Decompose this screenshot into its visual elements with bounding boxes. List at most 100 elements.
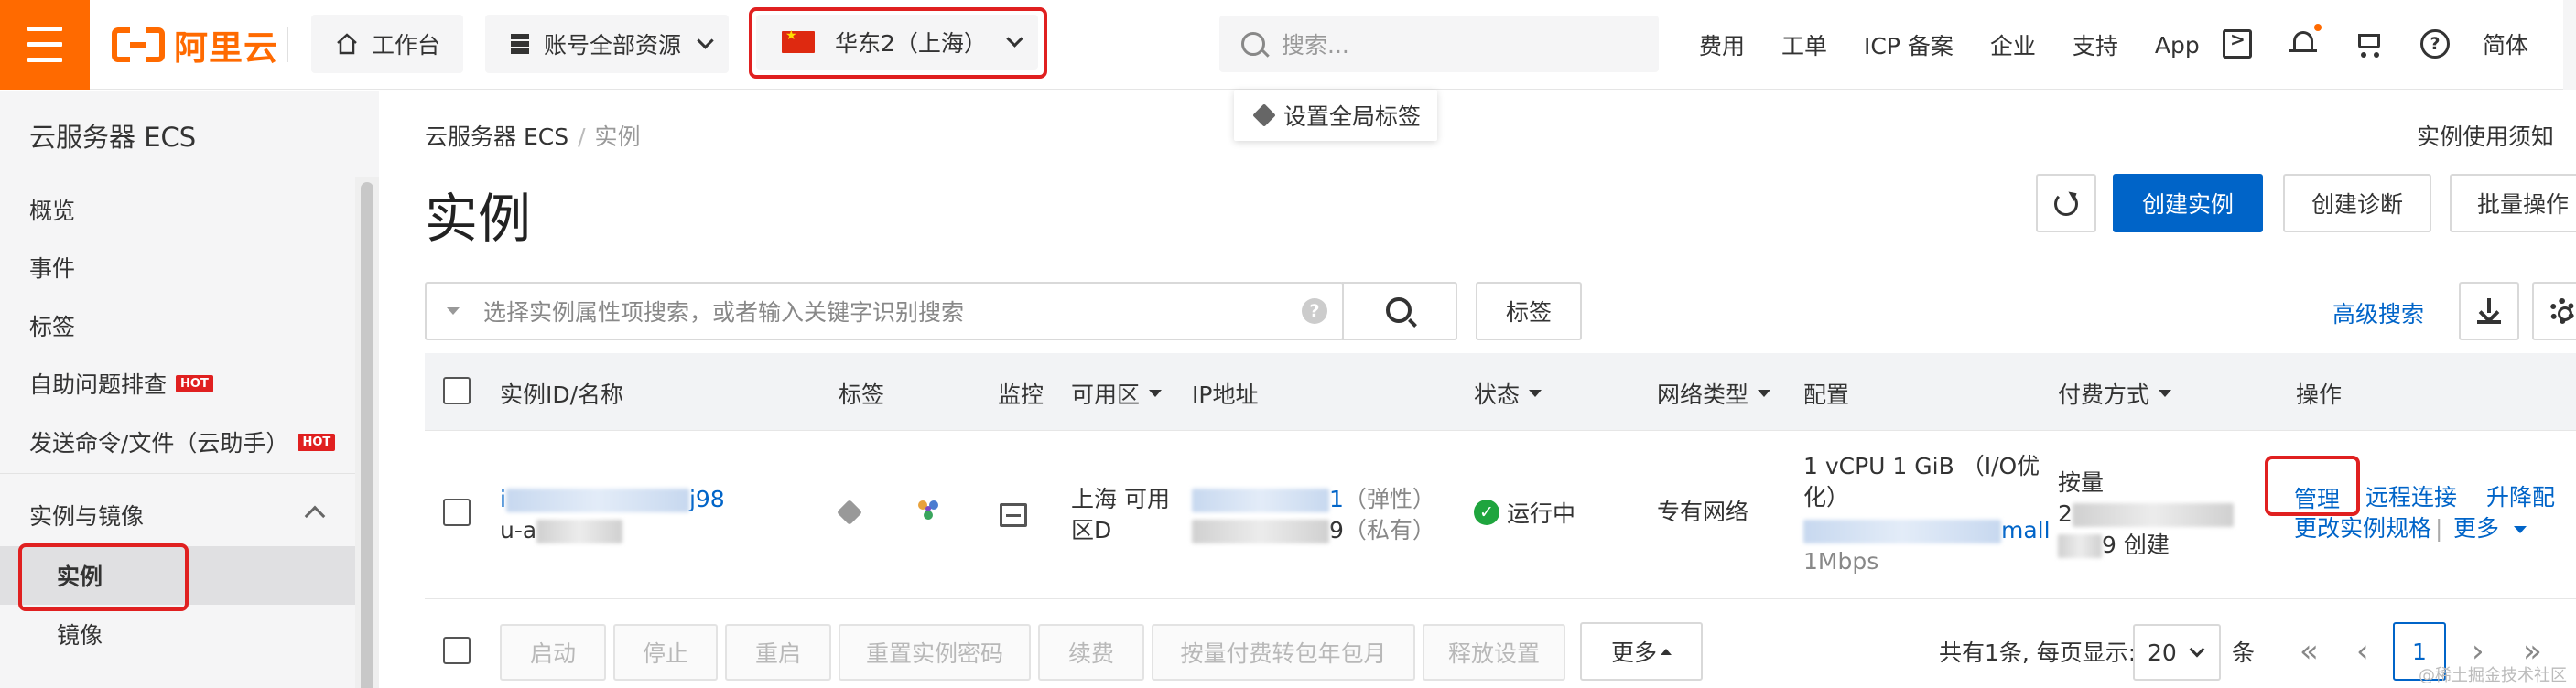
caret-down-icon[interactable] [447,307,460,315]
hot-badge: HOT [298,433,336,451]
reset-password-button[interactable]: 重置实例密码 [839,624,1031,681]
public-ip[interactable]: 1（弹性） [1192,483,1435,516]
divider [425,598,2576,599]
global-search-input[interactable]: 搜索... [1219,16,1659,72]
export-button[interactable] [2459,282,2519,340]
renew-button[interactable]: 续费 [1038,624,1144,681]
terminal-icon[interactable] [2223,28,2252,59]
advanced-search-link[interactable]: 高级搜索 [2332,296,2424,329]
create-instance-button[interactable]: 创建实例 [2113,174,2263,232]
download-icon [2477,298,2501,324]
row-checkbox[interactable] [443,499,471,526]
billing-line-2: 2 [2058,498,2234,531]
created-time: 9 创建 [2058,529,2170,562]
instance-filter-input[interactable]: 选择实例属性项搜索，或者输入关键字识别搜索 ? [425,282,1344,340]
shopping-cart-icon[interactable] [2354,29,2384,59]
create-diagnosis-button[interactable]: 创建诊断 [2283,174,2431,232]
redacted-text [505,489,689,512]
nav-fees[interactable]: 费用 [1699,28,1745,61]
tag-icon[interactable] [836,499,863,526]
search-icon [1241,32,1265,56]
more-actions-dropdown[interactable]: 更多 [2453,512,2527,545]
gear-icon [2549,298,2575,324]
workbench-button[interactable]: 工作台 [311,15,463,73]
home-icon [337,33,357,55]
page-size-select[interactable]: 20 [2133,624,2221,681]
col-status[interactable]: 状态 [1474,377,1542,410]
account-resources-dropdown[interactable]: 账号全部资源 [485,15,729,73]
instance-usage-notice-link[interactable]: 实例使用须知 [2417,119,2554,152]
monitoring-chart-icon[interactable] [914,496,943,525]
help-question-icon[interactable]: ? [1302,298,1327,324]
sidebar-item-label: 发送命令/文件（云助手） [29,430,289,457]
settings-button[interactable] [2532,282,2576,340]
first-page-icon[interactable]: « [2300,633,2319,670]
nav-enterprise[interactable]: 企业 [1990,28,2036,61]
sidebar-item-images[interactable]: 镜像 [57,618,103,650]
batch-operations-button[interactable]: 批量操作 [2450,174,2576,232]
search-icon [1386,297,1412,323]
language-switch[interactable]: 简体 [2483,27,2528,60]
sidebar-group-instances-images[interactable]: 实例与镜像 [29,499,144,532]
sidebar-item-cloud-assistant[interactable]: 发送命令/文件（云助手） HOT [29,425,336,458]
status-badge: ✓ 运行中 [1474,496,1575,529]
menu-hamburger-icon[interactable] [0,0,90,90]
col-zone[interactable]: 可用区 [1071,377,1163,410]
col-network-type[interactable]: 网络类型 [1657,377,1771,410]
network-type: 专有网络 [1657,499,1749,525]
instance-type-link[interactable]: mall [1803,514,2051,547]
footer-select-all-checkbox[interactable] [443,637,471,664]
remote-console-icon[interactable] [1000,503,1027,527]
col-ip: IP地址 [1192,377,1258,410]
caret-down-icon [1149,390,1163,397]
watermark: @稀土掘金技术社区 [2419,666,2567,685]
select-all-checkbox[interactable] [443,377,471,404]
sidebar-item-tags[interactable]: 标签 [29,309,75,342]
start-button[interactable]: 启动 [500,624,606,681]
stop-button[interactable]: 停止 [613,624,718,681]
footer-more-button[interactable]: 更多 [1580,622,1703,681]
nav-app[interactable]: App [2155,32,2200,59]
sidebar-item-overview[interactable]: 概览 [29,193,75,226]
help-icon[interactable]: ? [2420,29,2450,59]
release-settings-button[interactable]: 释放设置 [1423,624,1565,681]
header-label: IP地址 [1192,382,1259,408]
header-label: 配置 [1803,382,1850,408]
col-billing[interactable]: 付费方式 [2058,377,2172,410]
prev-page-icon[interactable]: ‹ [2356,633,2369,670]
header-label: 操作 [2296,382,2343,408]
private-ip: 9（私有） [1192,514,1435,547]
tag-filter-button[interactable]: 标签 [1476,282,1582,340]
page-size-value: 20 [2148,639,2177,666]
set-global-tag-tooltip[interactable]: 设置全局标签 [1234,90,1437,141]
header-label: 实例ID/名称 [500,382,624,408]
sidebar-scrollbar[interactable] [361,182,373,688]
breadcrumb-root[interactable]: 云服务器 ECS [425,124,568,150]
nav-icp[interactable]: ICP 备案 [1864,28,1954,61]
convert-to-subscription-button[interactable]: 按量付费转包年包月 [1152,624,1415,681]
caret-down-icon [1758,390,1771,397]
restart-button[interactable]: 重启 [725,624,831,681]
col-monitoring: 监控 [998,377,1044,410]
change-instance-type-link[interactable]: 更改实例规格 [2294,512,2431,545]
aliyun-logo[interactable]: 阿里云 [112,24,278,68]
notification-bell-icon[interactable] [2289,24,2322,59]
col-actions: 操作 [2296,377,2342,410]
sidebar-item-self-troubleshoot[interactable]: 自助问题排查 HOT [29,367,213,400]
upgrade-downgrade-link[interactable]: 升降配 [2486,481,2555,514]
breadcrumb-separator: / [578,124,586,150]
sidebar-item-events[interactable]: 事件 [29,251,75,284]
remote-connect-link[interactable]: 远程连接 [2365,481,2457,514]
zone-line-2: 区D [1071,517,1112,543]
nav-ticket[interactable]: 工单 [1781,28,1827,61]
refresh-button[interactable] [2036,174,2096,232]
search-placeholder: 搜索... [1282,32,1349,59]
chevron-up-icon[interactable] [304,505,326,527]
billing-line-2-prefix: 2 [2058,500,2073,527]
redacted-text [1192,489,1329,512]
filter-search-button[interactable] [1342,282,1457,340]
breadcrumb: 云服务器 ECS / 实例 [425,119,641,152]
ops-separator: | [2435,515,2443,542]
instance-id-link[interactable]: i j98 [500,483,725,516]
nav-support[interactable]: 支持 [2073,28,2118,61]
